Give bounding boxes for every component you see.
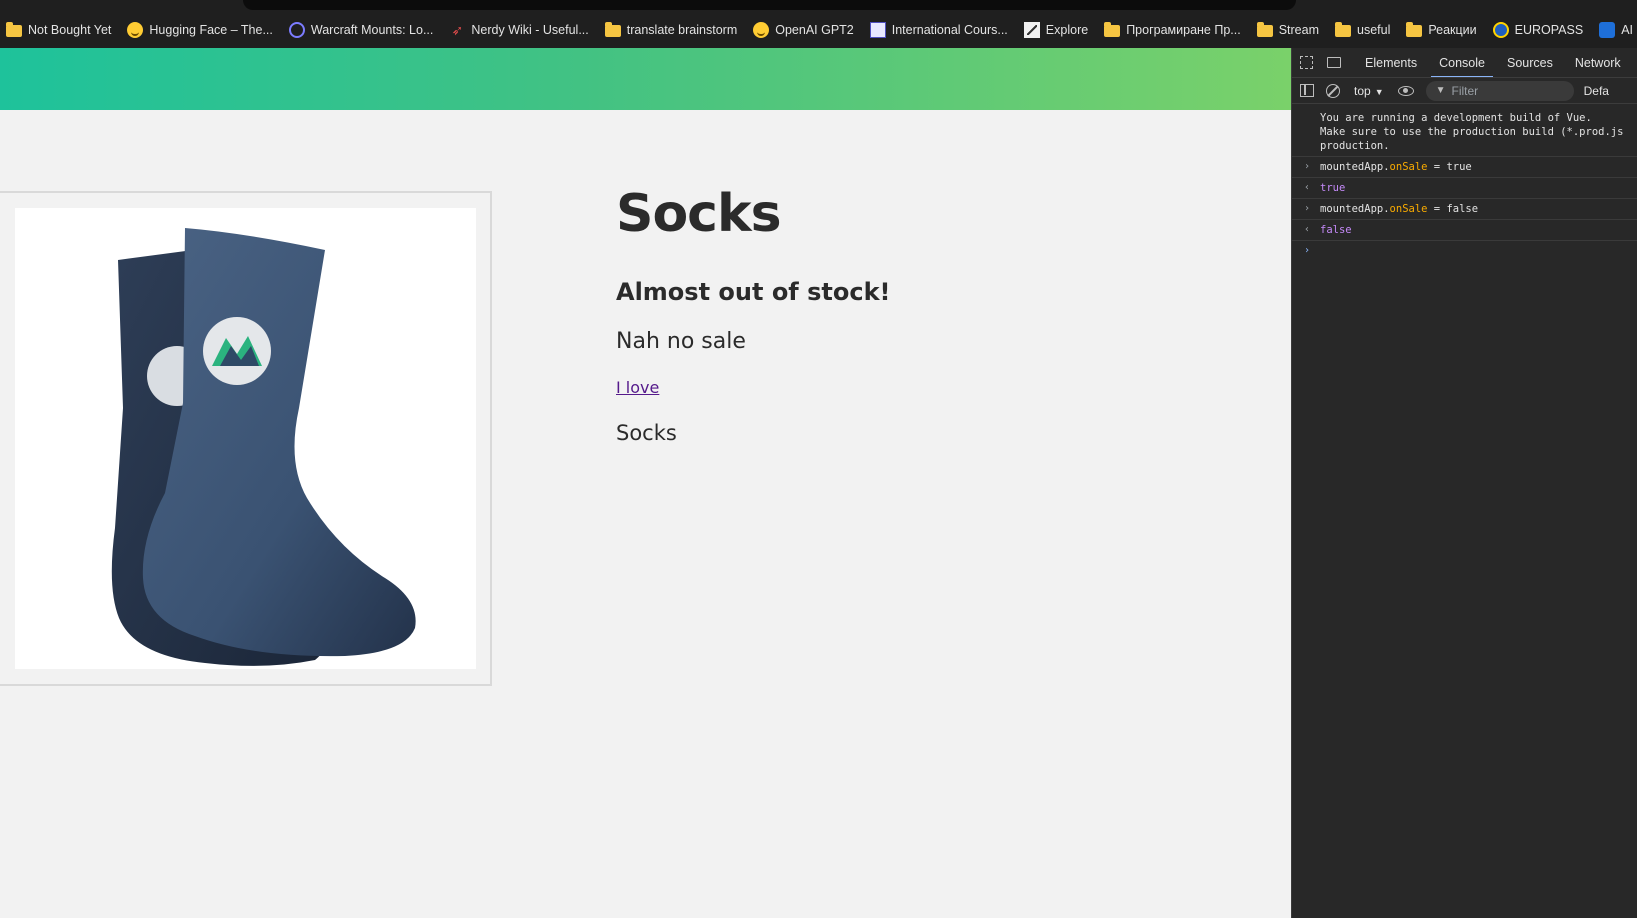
product-description: Socks	[616, 421, 677, 445]
bookmarks-bar: Not Bought Yet Hugging Face – The... War…	[0, 12, 1637, 48]
tab-console[interactable]: Console	[1431, 48, 1493, 77]
bookmark-label: Nerdy Wiki - Useful...	[471, 23, 589, 37]
tab-network[interactable]: Network	[1575, 48, 1621, 77]
bookmark-stream[interactable]: Stream	[1256, 18, 1319, 42]
europass-icon	[1492, 22, 1509, 38]
console-warning-message: You are running a development build of V…	[1292, 108, 1637, 157]
inspect-element-icon[interactable]	[1298, 54, 1315, 72]
console-input-line[interactable]: › mountedApp.onSale = true	[1292, 157, 1637, 178]
tab-elements[interactable]: Elements	[1365, 48, 1417, 77]
bookmark-label: Hugging Face – The...	[149, 23, 273, 37]
bookmark-label: Реакции	[1428, 23, 1477, 37]
cmd-assignment: = true	[1427, 161, 1472, 173]
result-value: false	[1320, 224, 1352, 236]
filter-placeholder: Filter	[1451, 83, 1479, 98]
bookmark-label: Not Bought Yet	[28, 23, 112, 37]
expand-chevron-icon: ›	[1304, 203, 1311, 214]
context-selector[interactable]: top ▼	[1354, 84, 1384, 98]
bookmark-international-courses[interactable]: International Cours...	[869, 18, 1008, 42]
explore-icon	[1023, 22, 1040, 38]
folder-icon	[1406, 22, 1423, 37]
rocket-icon: ➶	[451, 22, 464, 38]
hugging-face-icon	[753, 22, 770, 38]
devtools-tab-bar: Elements Console Sources Network »	[1292, 48, 1637, 78]
product-image-card	[0, 191, 492, 686]
bookmark-hugging-face[interactable]: Hugging Face – The...	[127, 18, 273, 42]
stock-status: Almost out of stock!	[616, 278, 891, 306]
device-toolbar-icon[interactable]	[1325, 54, 1343, 72]
browser-top-strip	[0, 0, 1637, 12]
return-arrow-icon: ‹	[1304, 224, 1311, 235]
tab-sources[interactable]: Sources	[1507, 48, 1553, 77]
bookmark-translate-brainstorm[interactable]: translate brainstorm	[604, 18, 738, 42]
warning-line: Make sure to use the production build (*…	[1320, 126, 1624, 138]
console-prompt[interactable]: ›	[1292, 241, 1637, 256]
folder-icon	[1256, 22, 1273, 37]
console-sidebar-icon[interactable]	[1300, 84, 1314, 97]
bookmark-label: OpenAI GPT2	[775, 23, 854, 37]
live-expression-eye-icon[interactable]	[1397, 85, 1414, 96]
address-bar[interactable]	[243, 0, 1296, 10]
bookmark-nerdy-wiki[interactable]: ➶ Nerdy Wiki - Useful...	[449, 18, 589, 42]
photo-editor-icon	[1599, 22, 1616, 38]
result-value: true	[1320, 182, 1346, 194]
cmd-property: onSale	[1389, 161, 1428, 173]
folder-icon	[1335, 22, 1351, 37]
warning-line: You are running a development build of V…	[1320, 112, 1592, 124]
bookmark-label: useful	[1357, 23, 1391, 37]
cmd-object: mountedApp.	[1320, 161, 1390, 173]
bookmark-label: Stream	[1278, 23, 1319, 37]
folder-icon	[1104, 22, 1121, 37]
warcraft-icon	[288, 22, 305, 38]
expand-chevron-icon: ›	[1304, 161, 1311, 172]
return-arrow-icon: ‹	[1304, 182, 1311, 193]
bookmark-reakcii[interactable]: Реакции	[1406, 18, 1477, 42]
bookmark-warcraft-mounts[interactable]: Warcraft Mounts: Lo...	[288, 18, 434, 42]
console-input-line[interactable]: › mountedApp.onSale = false	[1292, 199, 1637, 220]
console-output: You are running a development build of V…	[1292, 104, 1637, 256]
product-title: Socks	[616, 184, 782, 244]
bookmark-explore[interactable]: Explore	[1023, 18, 1089, 42]
folder-icon	[604, 22, 621, 37]
app-header-bar	[0, 48, 1291, 110]
context-label: top	[1354, 83, 1371, 98]
devtools-panel: Elements Console Sources Network » top ▼ …	[1291, 48, 1637, 918]
cmd-assignment: = false	[1427, 203, 1479, 215]
hugging-face-icon	[127, 22, 144, 38]
product-image-frame	[15, 208, 476, 669]
bookmark-label: translate brainstorm	[626, 23, 738, 37]
caret-down-icon: ▼	[1374, 86, 1384, 97]
clear-console-icon[interactable]	[1326, 83, 1340, 98]
cmd-property: onSale	[1389, 203, 1428, 215]
bookmark-label: Програмиране Пр...	[1126, 23, 1241, 37]
logo-front	[203, 317, 271, 385]
log-levels-dropdown[interactable]: Defa	[1584, 84, 1609, 98]
bookmark-ai-photo-editor[interactable]: AI Photo Ed	[1599, 18, 1637, 42]
product-link[interactable]: I love	[616, 378, 659, 397]
bookmark-useful[interactable]: useful	[1335, 18, 1390, 42]
cmd-object: mountedApp.	[1320, 203, 1390, 215]
bookmark-label: Warcraft Mounts: Lo...	[310, 23, 434, 37]
warning-line: production.	[1320, 140, 1390, 152]
bookmark-label: Explore	[1045, 23, 1089, 37]
prompt-chevron-icon: ›	[1304, 245, 1311, 256]
bookmark-programirane[interactable]: Програмиране Пр...	[1104, 18, 1241, 42]
bookmark-openai-gpt2[interactable]: OpenAI GPT2	[753, 18, 854, 42]
sale-status: Nah no sale	[616, 329, 746, 354]
bookmark-label: EUROPASS	[1514, 23, 1584, 37]
console-filter-input[interactable]: ▼ Filter	[1425, 80, 1574, 101]
console-toolbar: top ▼ ▼ Filter Defa	[1292, 78, 1637, 104]
bookmark-label: AI Photo Ed	[1621, 23, 1637, 37]
bookmark-not-bought-yet[interactable]: Not Bought Yet	[6, 18, 111, 42]
dictionary-icon	[869, 22, 886, 38]
bookmark-europass[interactable]: EUROPASS	[1492, 18, 1584, 42]
sock-product-image	[111, 228, 416, 666]
folder-icon	[6, 22, 22, 37]
bookmark-label: International Cours...	[891, 23, 1008, 37]
console-result-line: ‹ false	[1292, 220, 1637, 241]
console-result-line: ‹ true	[1292, 178, 1637, 199]
filter-funnel-icon: ▼	[1435, 85, 1446, 96]
